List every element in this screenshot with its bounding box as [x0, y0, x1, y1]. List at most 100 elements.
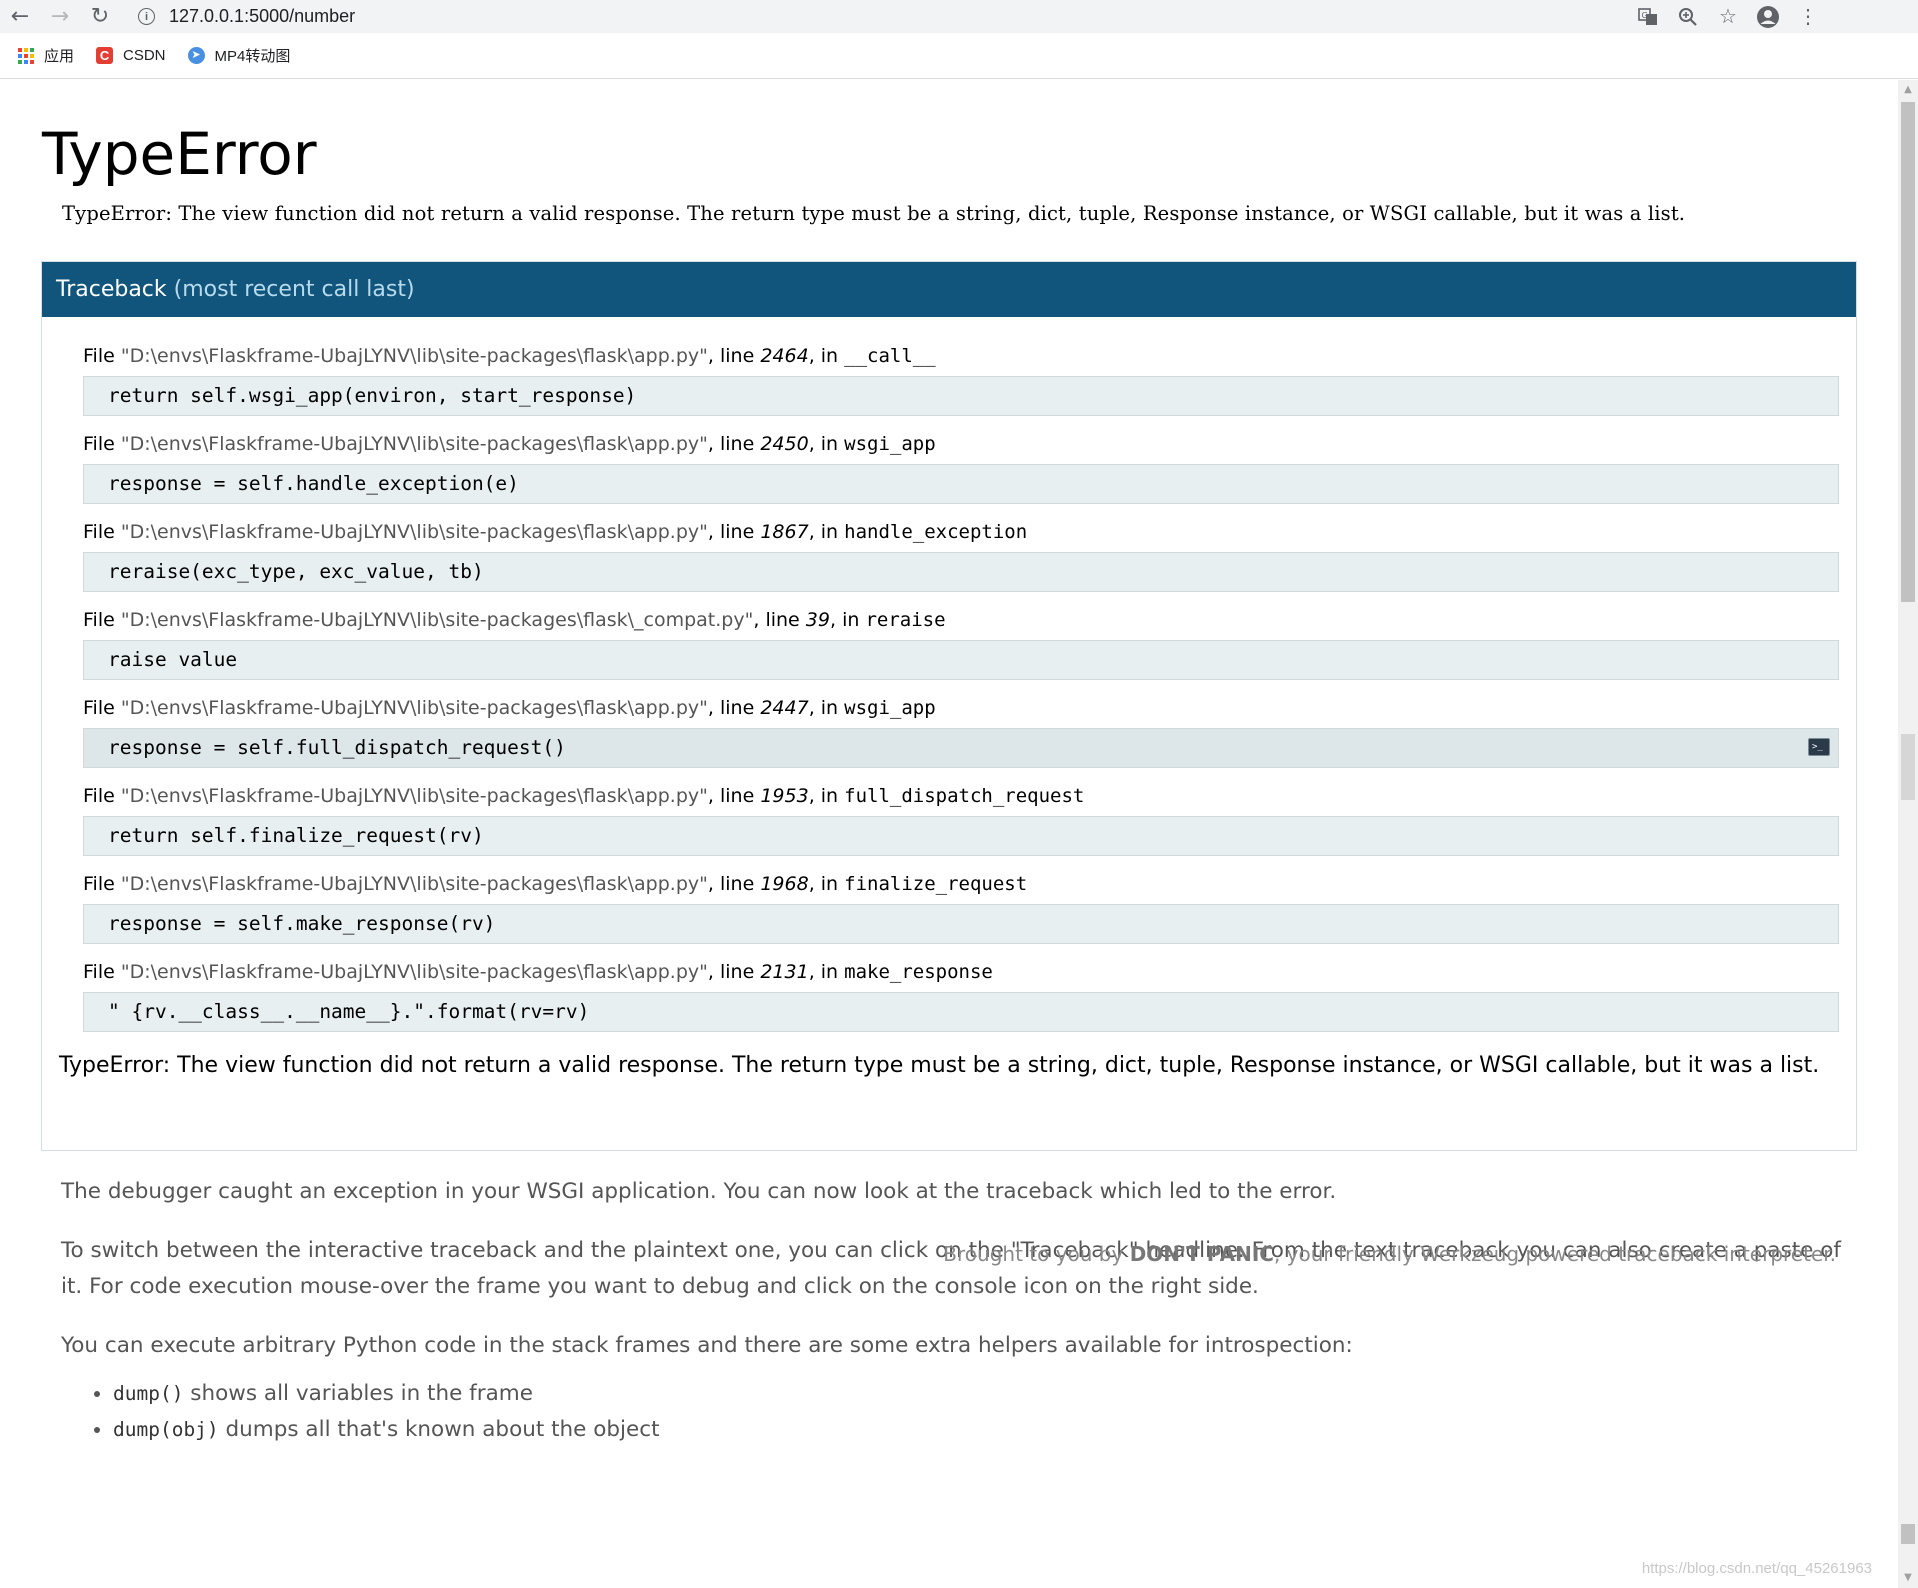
forward-button[interactable]: → [40, 0, 80, 33]
bookmark-csdn[interactable]: C CSDN [96, 47, 166, 64]
svg-text:G: G [1642, 11, 1648, 20]
line-label: line [719, 345, 755, 367]
in-label: in [820, 697, 839, 719]
traceback-frame[interactable]: File "D:\envs\Flaskframe-UbajLYNV\lib\si… [83, 956, 1839, 1044]
debugger-explanation: The debugger caught an exception in your… [61, 1174, 1841, 1448]
frame-line-number: 1867 [760, 521, 809, 543]
frame-line-number: 2447 [760, 697, 809, 719]
frame-code-line[interactable]: reraise(exc_type, exc_value, tb) [83, 552, 1839, 592]
back-button[interactable]: ← [0, 0, 40, 33]
frame-filename: "D:\envs\Flaskframe-UbajLYNV\lib\site-pa… [120, 873, 708, 895]
frame-header: File "D:\envs\Flaskframe-UbajLYNV\lib\si… [83, 873, 1028, 895]
frame-header: File "D:\envs\Flaskframe-UbajLYNV\lib\si… [83, 785, 1085, 807]
in-label: in [820, 873, 839, 895]
traceback-frame[interactable]: File "D:\envs\Flaskframe-UbajLYNV\lib\si… [83, 692, 1839, 780]
frame-function: finalize_request [844, 873, 1028, 895]
traceback-frame[interactable]: File "D:\envs\Flaskframe-UbajLYNV\lib\si… [83, 604, 1839, 692]
in-label: in [820, 785, 839, 807]
file-label: File [83, 785, 115, 807]
zoom-icon[interactable] [1668, 0, 1708, 33]
reload-button[interactable]: ↻ [80, 0, 120, 33]
frame-code-line[interactable]: raise value [83, 640, 1839, 680]
list-item: dump(obj) dumps all that's known about t… [113, 1412, 1841, 1448]
mp4-icon: ➤ [187, 47, 205, 64]
frame-code-line[interactable]: return self.finalize_request(rv) [83, 816, 1839, 856]
address-bar-actions: G ☆ ⋮ [1628, 0, 1828, 33]
scroll-up-icon[interactable]: ▲ [1898, 80, 1918, 100]
traceback-panel: Traceback (most recent call last) File "… [41, 261, 1857, 1151]
frame-header: File "D:\envs\Flaskframe-UbajLYNV\lib\si… [83, 521, 1028, 543]
file-label: File [83, 697, 115, 719]
scroll-thumb[interactable] [1901, 102, 1915, 602]
translate-icon[interactable]: G [1628, 0, 1668, 33]
frame-filename: "D:\envs\Flaskframe-UbajLYNV\lib\site-pa… [120, 961, 708, 983]
scroll-marker [1901, 734, 1915, 800]
frame-filename: "D:\envs\Flaskframe-UbajLYNV\lib\site-pa… [120, 345, 708, 367]
bookmarks-bar: 应用 C CSDN ➤ MP4转动图 [0, 33, 1918, 79]
traceback-frame[interactable]: File "D:\envs\Flaskframe-UbajLYNV\lib\si… [83, 868, 1839, 956]
url-text[interactable]: 127.0.0.1:5000/number [169, 6, 355, 27]
bookmark-mp4[interactable]: ➤ MP4转动图 [187, 45, 291, 66]
in-label: in [820, 961, 839, 983]
traceback-frames: File "D:\envs\Flaskframe-UbajLYNV\lib\si… [83, 340, 1839, 1044]
file-label: File [83, 961, 115, 983]
frame-code-line[interactable]: response = self.full_dispatch_request() >… [83, 728, 1839, 768]
frame-function: reraise [865, 609, 946, 631]
vertical-scrollbar[interactable]: ▲ ▼ [1898, 80, 1918, 1588]
frame-function: full_dispatch_request [844, 785, 1085, 807]
frame-code-line[interactable]: " {rv.__class__.__name__}.".format(rv=rv… [83, 992, 1839, 1032]
helper-code: dump(obj) [113, 1418, 219, 1441]
frame-code-line[interactable]: response = self.make_response(rv) [83, 904, 1839, 944]
helpers-list: dump() shows all variables in the frame … [61, 1376, 1841, 1448]
bookmark-label: MP4转动图 [214, 48, 291, 65]
frame-function: wsgi_app [844, 433, 936, 455]
csdn-icon: C [96, 47, 114, 64]
profile-avatar-icon[interactable] [1748, 0, 1788, 33]
frame-code-line[interactable]: response = self.handle_exception(e) [83, 464, 1839, 504]
bookmark-star-icon[interactable]: ☆ [1708, 0, 1748, 33]
bookmark-apps[interactable]: 应用 [18, 45, 74, 66]
traceback-frame[interactable]: File "D:\envs\Flaskframe-UbajLYNV\lib\si… [83, 516, 1839, 604]
frame-filename: "D:\envs\Flaskframe-UbajLYNV\lib\site-pa… [120, 785, 708, 807]
menu-icon[interactable]: ⋮ [1788, 0, 1828, 33]
frame-filename: "D:\envs\Flaskframe-UbajLYNV\lib\site-pa… [120, 609, 754, 631]
explain-paragraph: The debugger caught an exception in your… [61, 1179, 1337, 1204]
code-text: return self.finalize_request(rv) [108, 824, 484, 847]
traceback-title: Traceback [56, 277, 167, 302]
bookmark-label: 应用 [44, 48, 75, 65]
scroll-down-icon[interactable]: ▼ [1898, 1568, 1918, 1588]
file-label: File [83, 433, 115, 455]
page-content: TypeError TypeError: The view function d… [0, 80, 1898, 1588]
code-text: " {rv.__class__.__name__}.".format(rv=rv… [108, 1000, 590, 1023]
apps-grid-icon [18, 47, 34, 64]
traceback-frame[interactable]: File "D:\envs\Flaskframe-UbajLYNV\lib\si… [83, 340, 1839, 428]
frame-filename: "D:\envs\Flaskframe-UbajLYNV\lib\site-pa… [120, 521, 708, 543]
in-label: in [820, 521, 839, 543]
file-label: File [83, 521, 115, 543]
explain-paragraph: You can execute arbitrary Python code in… [61, 1333, 1353, 1358]
in-label: in [820, 433, 839, 455]
file-label: File [83, 345, 115, 367]
console-icon[interactable]: >_ [1808, 738, 1830, 756]
frame-function: handle_exception [844, 521, 1028, 543]
traceback-frame[interactable]: File "D:\envs\Flaskframe-UbajLYNV\lib\si… [83, 428, 1839, 516]
frame-line-number: 2450 [760, 433, 809, 455]
line-label: line [719, 697, 755, 719]
frame-filename: "D:\envs\Flaskframe-UbajLYNV\lib\site-pa… [120, 433, 708, 455]
reload-icon: ↻ [90, 4, 110, 29]
frame-line-number: 1953 [760, 785, 809, 807]
frame-line-number: 39 [805, 609, 830, 631]
info-icon[interactable]: i [138, 8, 155, 25]
in-label: in [842, 609, 860, 631]
traceback-error-text: TypeError: The view function did not ret… [59, 1053, 1820, 1078]
frame-code-line[interactable]: return self.wsgi_app(environ, start_resp… [83, 376, 1839, 416]
footer-prefix: Brought to you by [943, 1242, 1124, 1266]
code-text: raise value [108, 648, 238, 671]
traceback-header[interactable]: Traceback (most recent call last) [42, 262, 1856, 317]
frame-function: __call__ [844, 345, 936, 367]
traceback-frame[interactable]: File "D:\envs\Flaskframe-UbajLYNV\lib\si… [83, 780, 1839, 868]
code-text: response = self.full_dispatch_request() [108, 736, 566, 759]
address-bar[interactable]: i 127.0.0.1:5000/number G ☆ ⋮ [138, 0, 1828, 33]
file-label: File [83, 609, 115, 631]
error-message-mono: TypeError: The view function did not ret… [62, 202, 1686, 225]
